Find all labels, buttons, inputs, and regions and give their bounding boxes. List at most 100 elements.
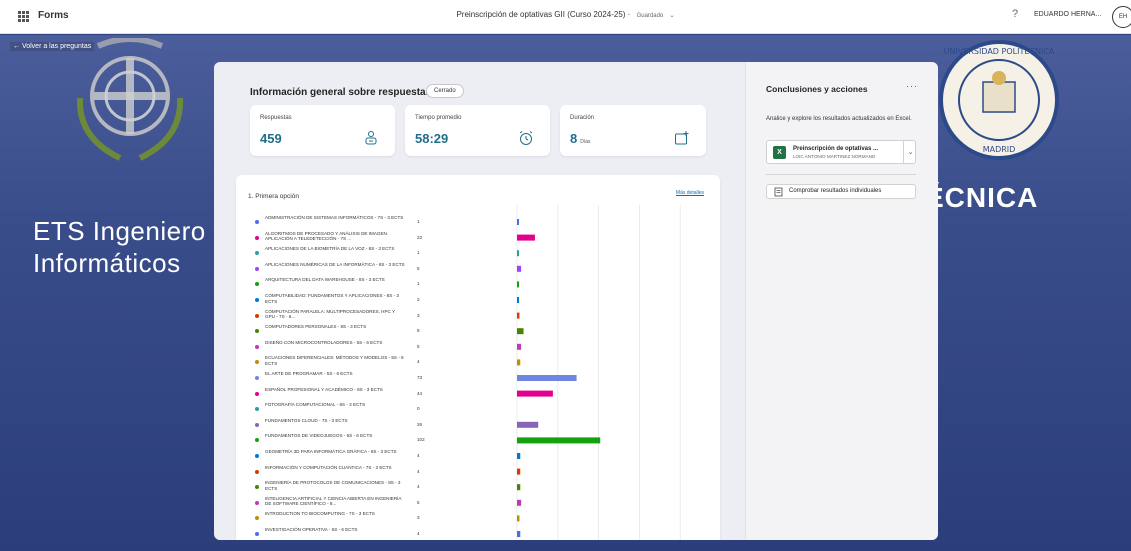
legend-dot — [255, 469, 259, 474]
chart-bar[interactable] — [517, 328, 524, 335]
app-name[interactable]: Forms — [38, 10, 69, 21]
calendar-add-icon — [675, 131, 689, 145]
option-count: 2 — [417, 297, 420, 302]
option-count: 44 — [417, 390, 423, 396]
option-label: INTRODUCTION TO BIOCOMPUTING - 7S - 3 EC… — [265, 511, 375, 517]
option-count: 22 — [417, 234, 423, 240]
respondents-icon — [365, 131, 377, 145]
legend-dot — [255, 235, 259, 240]
option-label: GEOMETRÍA 3D PARA INFORMÁTICA GRÁFICA - … — [265, 449, 397, 454]
duration-value: 8 — [570, 131, 578, 146]
card-label: Respuestas — [260, 115, 292, 121]
chart-bar[interactable] — [517, 468, 521, 475]
document-check-icon — [774, 187, 783, 197]
chart-bar[interactable] — [517, 421, 539, 428]
alarm-clock-icon — [519, 131, 533, 145]
option-count: 26 — [417, 421, 423, 427]
chart-bar[interactable] — [517, 281, 519, 288]
option-label: APLICACIONES NUMÉRICAS DE LA INFORMÁTICA… — [265, 261, 405, 267]
document-title-bar: Preinscripción de optativas GII (Curso 2… — [0, 10, 1131, 19]
card-label: Duración — [570, 115, 595, 121]
legend-dot — [255, 313, 259, 318]
legend-dot — [255, 266, 259, 271]
excel-file-name: Preinscripción de optativas ... — [793, 146, 879, 152]
option-count: 4 — [417, 359, 420, 365]
chevron-down-icon[interactable]: ⌄ — [903, 141, 917, 163]
chart-bar[interactable] — [517, 219, 519, 225]
legend-dot — [255, 376, 259, 380]
document-title[interactable]: Preinscripción de optativas GII (Curso 2… — [456, 10, 625, 19]
option-label: FUNDAMENTOS CLOUD - 7S - 3 ECTS — [265, 417, 348, 423]
back-to-questions-link[interactable]: ← Volver a las preguntas — [10, 42, 95, 51]
option-label: COMPUTACIÓN PARALELA: MULTIPROCESADORES,… — [265, 308, 396, 320]
legend-dot — [255, 500, 259, 505]
chevron-down-icon[interactable]: ⌄ — [669, 13, 674, 19]
chart-bar[interactable] — [517, 359, 521, 366]
option-label: FOTOGRAFÍA COMPUTACIONAL - 8S - 3 ECTS — [265, 402, 366, 408]
option-label: COMPUTADORES PERSONALES - 8S - 3 ECTS — [265, 324, 367, 330]
responses-card: Respuestas 459 — [250, 105, 395, 156]
card-label: Tiempo promedio — [415, 115, 462, 121]
chart-bar[interactable] — [517, 499, 522, 506]
insights-side-panel: Conclusiones y acciones ··· Analice y ex… — [745, 62, 938, 540]
chart-bar[interactable] — [517, 343, 522, 350]
save-status[interactable]: Guardado — [637, 13, 664, 19]
chart-bar[interactable] — [517, 531, 521, 537]
check-button-label: Comprobar resultados individuales — [789, 188, 882, 194]
summary-panel: Información general sobre respuestas Cer… — [214, 62, 745, 540]
check-individual-results-button[interactable]: Comprobar resultados individuales — [766, 184, 916, 199]
chart-bar[interactable] — [517, 437, 601, 444]
more-options-icon[interactable]: ··· — [906, 81, 918, 91]
user-name[interactable]: EDUARDO HERNA... — [1034, 11, 1101, 18]
legend-dot — [255, 454, 259, 458]
option-count: 5 — [417, 265, 420, 271]
legend-dot — [255, 220, 259, 224]
chart-bar[interactable] — [517, 453, 521, 459]
option-count: 3 — [417, 312, 420, 318]
option-label: ALGORITMOS DE PROCESADO Y ANÁLISIS DE IM… — [265, 230, 389, 242]
option-count: 4 — [417, 531, 420, 536]
banner-left-text: ETS Ingeniero Informáticos — [33, 215, 206, 279]
chart-bar[interactable] — [517, 234, 535, 241]
option-count: 0 — [417, 406, 420, 412]
side-panel-description: Analice y explore los resultados actuali… — [766, 116, 912, 122]
avatar[interactable]: EH — [1112, 6, 1131, 28]
side-panel-title: Conclusiones y acciones — [766, 84, 868, 94]
option-count: 4 — [417, 453, 420, 458]
option-label: COMPUTABILIDAD: FUNDAMENTOS Y APLICACION… — [265, 293, 399, 304]
option-label: DISEÑO CON MICROCONTROLADORES - 5S - 6 E… — [265, 339, 383, 345]
option-label: INTELIGENCIA ARTIFICIAL Y CIENCIA ABIERT… — [265, 495, 402, 507]
help-icon[interactable]: ? — [1012, 8, 1018, 20]
chart-bar[interactable] — [517, 515, 520, 522]
excel-file-owner: LOIC ANTONIO MARTINEZ NORMAND — [793, 154, 876, 159]
chart-bar[interactable] — [517, 265, 522, 272]
option-label: INVESTIGACIÓN OPERATIVA - 5S - 6 ECTS — [265, 527, 358, 532]
legend-dot — [255, 391, 259, 396]
option-label: ARQUITECTURA DEL DATA WAREHOUSE - 8S - 3… — [265, 277, 385, 283]
app-launcher-icon[interactable] — [18, 11, 29, 22]
legend-dot — [255, 532, 259, 536]
overview-title: Información general sobre respuestas — [250, 87, 432, 98]
chart-bar[interactable] — [517, 390, 553, 397]
legend-dot — [255, 344, 259, 349]
option-count: 102 — [417, 437, 425, 443]
chart-bar[interactable] — [517, 297, 519, 303]
chart-bar[interactable] — [517, 312, 520, 319]
card-value: 8 Días — [570, 131, 591, 146]
open-excel-button[interactable]: X Preinscripción de optativas ... LOIC A… — [766, 140, 916, 164]
chart-bar[interactable] — [517, 484, 521, 491]
duration-card: Duración 8 Días — [560, 105, 706, 156]
option-label: APLICACIONES DE LA BIOMETRÍA DE LA VOZ -… — [265, 246, 395, 252]
option-count: 1 — [417, 219, 420, 224]
average-time-value: 58:29 — [415, 131, 449, 146]
chart-bar[interactable] — [517, 375, 577, 381]
option-label: INGENIERÍA DE PROTOCOLOS DE COMUNICACION… — [265, 480, 401, 491]
option-label: EL ARTE DE PROGRAMAR - 5S - 6 ECTS — [265, 371, 353, 376]
option-count: 3 — [417, 515, 420, 521]
school-crest-icon — [76, 38, 184, 161]
top-app-bar: Forms Preinscripción de optativas GII (C… — [0, 0, 1131, 34]
option-count: 1 — [417, 281, 420, 287]
banner-line-1: ETS Ingeniero — [33, 216, 206, 246]
status-badge: Cerrado — [426, 84, 464, 98]
chart-bar[interactable] — [517, 250, 519, 257]
